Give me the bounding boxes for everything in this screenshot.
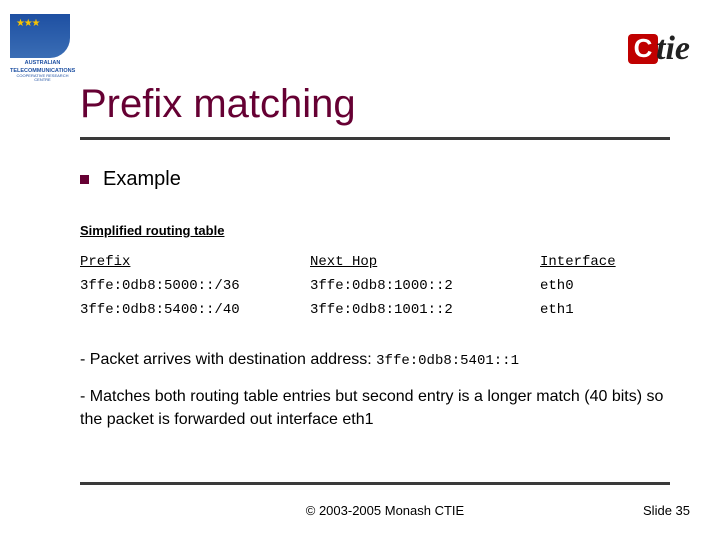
th-prefix: Prefix: [80, 254, 310, 270]
th-nexthop: Next Hop: [310, 254, 540, 270]
para-match: - Matches both routing table entries but…: [80, 385, 680, 431]
td-nexthop: 3ffe:0db8:1001::2: [310, 302, 540, 318]
td-nexthop: 3ffe:0db8:1000::2: [310, 278, 540, 294]
td-prefix: 3ffe:0db8:5000::/36: [80, 278, 310, 294]
td-interface: eth0: [540, 278, 670, 294]
page-title: Prefix matching: [80, 82, 690, 127]
footer-divider: [80, 482, 670, 485]
copyright: © 2003-2005 Monash CTIE: [170, 503, 600, 518]
logo-stars-graphic: [10, 14, 70, 58]
logo-ctie-rest: tie: [656, 30, 690, 67]
table-header-row: Prefix Next Hop Interface: [80, 250, 670, 274]
footer-row: © 2003-2005 Monash CTIE Slide 35: [80, 503, 690, 518]
logo-text-1: AUSTRALIAN: [10, 60, 75, 66]
footer: © 2003-2005 Monash CTIE Slide 35: [80, 482, 690, 518]
td-interface: eth1: [540, 302, 670, 318]
td-prefix: 3ffe:0db8:5400::/40: [80, 302, 310, 318]
example-row: Example: [80, 168, 690, 191]
logo-atrc: AUSTRALIAN TELECOMMUNICATIONS COOPERATIV…: [10, 14, 75, 84]
title-divider: [80, 137, 670, 140]
routing-table: Prefix Next Hop Interface 3ffe:0db8:5000…: [80, 250, 670, 322]
para-arrival: - Packet arrives with destination addres…: [80, 348, 680, 371]
th-interface: Interface: [540, 254, 670, 270]
dest-address: 3ffe:0db8:5401::1: [376, 353, 519, 369]
bullet-icon: [80, 175, 89, 184]
logo-ctie-c: C: [628, 34, 658, 64]
para-arrival-text: - Packet arrives with destination addres…: [80, 351, 376, 368]
slide-number: Slide 35: [600, 503, 690, 518]
logo-text-3: COOPERATIVE RESEARCH CENTRE: [10, 74, 75, 83]
body-paragraphs: - Packet arrives with destination addres…: [80, 348, 680, 432]
table-row: 3ffe:0db8:5000::/36 3ffe:0db8:1000::2 et…: [80, 274, 670, 298]
logo-ctie: Ctie: [628, 30, 690, 68]
table-caption: Simplified routing table: [80, 223, 690, 238]
table-row: 3ffe:0db8:5400::/40 3ffe:0db8:1001::2 et…: [80, 298, 670, 322]
slide-content: Prefix matching Example Simplified routi…: [80, 82, 690, 446]
example-label: Example: [103, 168, 181, 191]
